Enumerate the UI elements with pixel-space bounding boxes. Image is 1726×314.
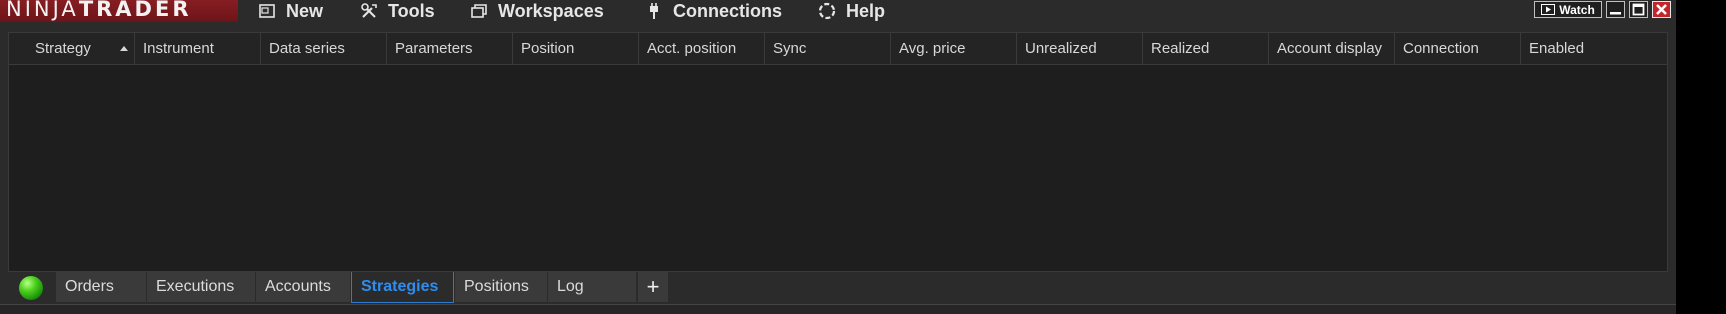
tab-accounts[interactable]: Accounts [256, 272, 350, 302]
play-icon [1541, 4, 1556, 15]
column-header-acct-position[interactable]: Acct. position [639, 33, 765, 64]
column-label: Acct. position [647, 40, 737, 57]
column-header-instrument[interactable]: Instrument [135, 33, 261, 64]
grid-header: Strategy Instrument Data series Paramete… [9, 33, 1667, 65]
workspaces-icon [470, 2, 488, 20]
ninjatrader-logo: NINJA TRADER [0, 0, 238, 22]
new-window-icon [258, 2, 276, 20]
menu-tools[interactable]: Tools [360, 0, 435, 22]
column-label: Avg. price [899, 40, 966, 57]
help-icon [818, 2, 836, 20]
tab-label: Orders [65, 278, 114, 295]
column-header-avg-price[interactable]: Avg. price [891, 33, 1017, 64]
column-header-data-series[interactable]: Data series [261, 33, 387, 64]
plug-icon [645, 2, 663, 20]
column-header-connection[interactable]: Connection [1395, 33, 1521, 64]
menu-help[interactable]: Help [818, 0, 885, 22]
column-label: Account display [1277, 40, 1383, 57]
column-label: Strategy [35, 40, 91, 57]
column-header-parameters[interactable]: Parameters [387, 33, 513, 64]
tab-executions[interactable]: Executions [147, 272, 255, 302]
column-label: Instrument [143, 40, 214, 57]
strategies-grid: Strategy Instrument Data series Paramete… [8, 32, 1668, 272]
menu-bar: NINJA TRADER New Tools Workspaces Connec… [0, 0, 1676, 22]
column-header-sync[interactable]: Sync [765, 33, 891, 64]
column-label: Sync [773, 40, 807, 57]
bottom-strip [0, 304, 1676, 314]
tab-label: Log [557, 278, 584, 295]
outside-window-area [1676, 0, 1726, 314]
column-header-strategy[interactable]: Strategy [9, 33, 135, 64]
brand-bold-text: TRADER [78, 0, 192, 21]
tab-log[interactable]: Log [548, 272, 636, 302]
tab-positions[interactable]: Positions [455, 272, 547, 302]
close-button[interactable] [1652, 1, 1671, 18]
column-label: Position [521, 40, 575, 57]
minimize-button[interactable] [1606, 1, 1625, 18]
column-label: Connection [1403, 40, 1479, 57]
column-label: Parameters [395, 40, 473, 57]
add-tab-button[interactable]: + [638, 272, 668, 302]
close-icon [1656, 4, 1667, 15]
bottom-tab-bar: Orders Executions Accounts Strategies Po… [0, 272, 1676, 304]
column-header-realized[interactable]: Realized [1143, 33, 1269, 64]
tools-icon [360, 2, 378, 20]
column-header-unrealized[interactable]: Unrealized [1017, 33, 1143, 64]
menu-workspaces[interactable]: Workspaces [470, 0, 604, 22]
control-center-window: NINJA TRADER New Tools Workspaces Connec… [0, 0, 1676, 314]
tab-label: Strategies [361, 278, 439, 295]
column-label: Unrealized [1025, 40, 1097, 57]
column-header-position[interactable]: Position [513, 33, 639, 64]
minimize-icon [1610, 12, 1621, 15]
tab-orders[interactable]: Orders [56, 272, 146, 302]
column-header-enabled[interactable]: Enabled [1521, 33, 1647, 64]
plus-icon: + [646, 274, 660, 299]
brand-light-text: NINJA [6, 0, 79, 21]
column-label: Data series [269, 40, 345, 57]
column-label: Enabled [1529, 40, 1585, 57]
menu-help-label: Help [846, 0, 886, 21]
connection-status-icon [19, 276, 43, 300]
menu-workspaces-label: Workspaces [498, 0, 604, 21]
menu-new-label: New [286, 0, 324, 21]
tab-strategies[interactable]: Strategies [351, 272, 454, 303]
watch-button[interactable]: Watch [1534, 1, 1602, 18]
menu-new[interactable]: New [258, 0, 323, 22]
maximize-icon [1632, 3, 1645, 16]
maximize-button[interactable] [1629, 1, 1648, 18]
menu-tools-label: Tools [388, 0, 435, 21]
tab-label: Positions [464, 278, 529, 295]
tab-label: Accounts [265, 278, 331, 295]
watch-label: Watch [1559, 2, 1595, 17]
menu-connections[interactable]: Connections [645, 0, 782, 22]
column-header-account-display[interactable]: Account display [1269, 33, 1395, 64]
menu-connections-label: Connections [673, 0, 783, 21]
sort-ascending-icon [120, 46, 128, 51]
column-label: Realized [1151, 40, 1210, 57]
tab-label: Executions [156, 278, 235, 295]
grid-body-empty[interactable] [9, 65, 1667, 271]
